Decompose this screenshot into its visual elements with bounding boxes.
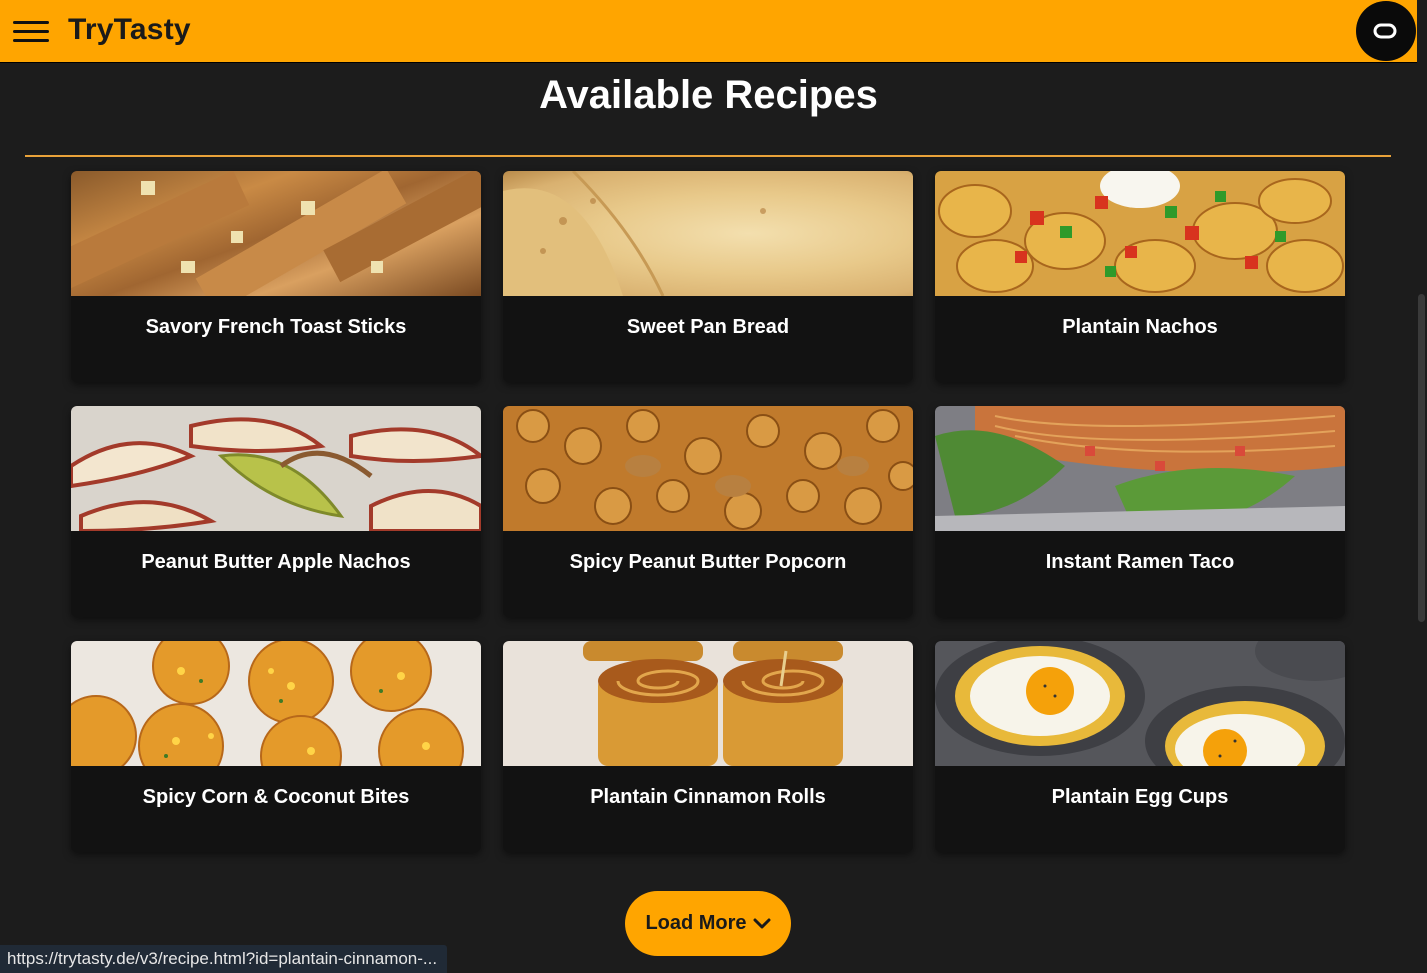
recipe-card[interactable]: Sweet Pan Bread bbox=[503, 171, 913, 382]
status-url: https://trytasty.de/v3/recipe.html?id=pl… bbox=[7, 949, 438, 968]
recipe-card[interactable]: Plantain Nachos bbox=[935, 171, 1345, 382]
recipe-title: Instant Ramen Taco bbox=[1045, 551, 1235, 573]
load-more-label: Load More bbox=[645, 912, 747, 934]
recipe-title: Plantain Nachos bbox=[1062, 316, 1218, 338]
hamburger-menu-icon[interactable] bbox=[13, 21, 49, 43]
french-toast-sticks-image bbox=[71, 171, 481, 296]
divider bbox=[25, 155, 1391, 157]
popcorn-image bbox=[503, 406, 913, 531]
apple-nachos-image bbox=[71, 406, 481, 531]
recipe-title: Spicy Peanut Butter Popcorn bbox=[569, 551, 847, 573]
egg-cups-image bbox=[935, 641, 1345, 766]
cinnamon-rolls-image bbox=[503, 641, 913, 766]
recipe-card[interactable]: Spicy Corn & Coconut Bites bbox=[71, 641, 481, 852]
recipe-title: Savory French Toast Sticks bbox=[145, 316, 407, 338]
closed-captions-icon bbox=[1373, 23, 1397, 39]
scrollbar-thumb[interactable] bbox=[1418, 294, 1425, 622]
recipe-title: Spicy Corn & Coconut Bites bbox=[142, 786, 410, 808]
recipe-card[interactable]: Peanut Butter Apple Nachos bbox=[71, 406, 481, 617]
recipe-title: Plantain Cinnamon Rolls bbox=[590, 786, 826, 808]
page-title: Available Recipes bbox=[539, 73, 878, 117]
recipe-title: Sweet Pan Bread bbox=[626, 316, 790, 338]
recipe-card[interactable]: Savory French Toast Sticks bbox=[71, 171, 481, 382]
recipe-card[interactable]: Instant Ramen Taco bbox=[935, 406, 1345, 617]
brand-logo[interactable]: TryTasty bbox=[68, 13, 191, 47]
recipe-title: Plantain Egg Cups bbox=[1051, 786, 1229, 808]
recipe-card[interactable]: Plantain Egg Cups bbox=[935, 641, 1345, 852]
closed-captions-button[interactable] bbox=[1356, 1, 1416, 61]
ramen-taco-image bbox=[935, 406, 1345, 531]
link-preview-status-bar: https://trytasty.de/v3/recipe.html?id=pl… bbox=[0, 945, 448, 973]
recipe-title: Peanut Butter Apple Nachos bbox=[141, 551, 411, 573]
corn-bites-image bbox=[71, 641, 481, 766]
chevron-down-icon bbox=[753, 918, 771, 928]
top-bar: TryTasty bbox=[0, 0, 1417, 63]
plantain-nachos-image bbox=[935, 171, 1345, 296]
recipe-card[interactable]: Plantain Cinnamon Rolls bbox=[503, 641, 913, 852]
pan-bread-image bbox=[503, 171, 913, 296]
load-more-button[interactable]: Load More bbox=[625, 891, 791, 956]
recipe-card[interactable]: Spicy Peanut Butter Popcorn bbox=[503, 406, 913, 617]
